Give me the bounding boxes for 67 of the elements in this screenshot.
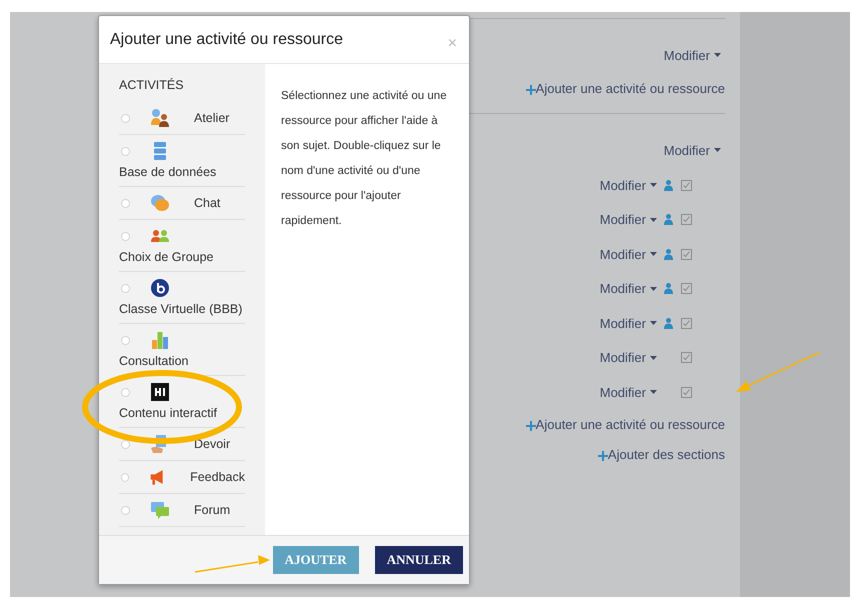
radio-button[interactable] — [121, 146, 130, 156]
caret-icon — [714, 148, 721, 152]
checkbox-icon[interactable] — [680, 386, 692, 398]
activity-label[interactable]: Contenu interactif — [119, 406, 217, 420]
radio-button[interactable] — [121, 440, 130, 448]
activity-label[interactable]: Atelier — [194, 111, 230, 125]
radio-button[interactable] — [121, 506, 130, 514]
caret-icon — [650, 321, 657, 326]
caret-icon — [650, 218, 657, 222]
activity-label[interactable]: Feedback — [190, 470, 245, 484]
edit-menu[interactable]: Modifier — [600, 178, 657, 193]
activity-label[interactable]: Devoir — [194, 437, 230, 451]
dialog-title: Ajouter une activité ou ressource — [110, 30, 344, 48]
help-text: Sélectionnez une activité ou une ressource pour afficher l'aide à son sujet. Double-cliquez sur le nom d'une activité ou d'une ressource pour l'ajouter rapidement. — [281, 89, 448, 229]
radio-button[interactable] — [121, 114, 130, 122]
caret-icon — [650, 356, 657, 360]
people-icon — [150, 108, 170, 128]
radio-button[interactable] — [121, 232, 130, 240]
add-activity-link[interactable]: Ajouter une activité ou ressource — [536, 80, 725, 96]
plus-icon — [526, 421, 536, 431]
edit-menu[interactable]: Modifier — [600, 384, 657, 400]
plus-icon — [598, 451, 608, 461]
person-icon — [664, 248, 672, 260]
activity-label[interactable]: Choix de Groupe — [119, 250, 214, 264]
caret-icon — [714, 53, 721, 57]
checkbox-icon[interactable] — [680, 283, 692, 294]
radio-button[interactable] — [121, 284, 130, 292]
letter-b-icon — [150, 278, 170, 298]
checkbox-icon[interactable] — [680, 352, 692, 364]
activity-label[interactable]: Forum — [194, 503, 230, 517]
checkbox-icon[interactable] — [680, 180, 692, 191]
edit-menu[interactable]: Modifier — [600, 350, 657, 366]
radio-button[interactable] — [121, 472, 129, 482]
activity-label[interactable]: Consultation — [119, 354, 188, 368]
person-icon — [664, 180, 672, 191]
hp-icon — [150, 382, 170, 402]
edit-menu[interactable]: Modifier — [664, 142, 721, 158]
activity-label[interactable]: Chat — [194, 196, 220, 210]
plus-icon — [526, 84, 536, 94]
section-heading: ACTIVITÉS — [119, 78, 185, 92]
cancel-button[interactable]: ANNULER — [374, 546, 463, 574]
edit-menu[interactable]: Modifier — [600, 281, 657, 296]
edit-menu[interactable]: Modifier — [600, 212, 657, 228]
bar-chart-icon — [150, 330, 170, 350]
forum-icon — [150, 500, 170, 520]
chat-bubbles-icon — [150, 193, 170, 213]
checkbox-icon[interactable] — [680, 318, 692, 329]
person-icon — [664, 214, 672, 226]
person-icon — [664, 283, 672, 294]
person-icon — [664, 318, 672, 329]
add-activity-link[interactable]: Ajouter une activité ou ressource — [536, 417, 725, 432]
radio-button[interactable] — [121, 336, 130, 344]
caret-icon — [650, 183, 657, 188]
activity-label[interactable]: Base de données — [119, 165, 216, 179]
add-sections-link[interactable]: Ajouter des sections — [608, 447, 725, 462]
caret-icon — [650, 390, 657, 394]
checkbox-icon[interactable] — [680, 248, 692, 260]
edit-menu[interactable]: Modifier — [600, 316, 657, 331]
caret-icon — [650, 286, 657, 291]
activity-label[interactable]: Classe Virtuelle (BBB) — [119, 302, 242, 316]
radio-button[interactable] — [121, 198, 130, 208]
edit-menu[interactable]: Modifier — [664, 48, 721, 62]
caret-icon — [650, 252, 657, 256]
add-button[interactable]: AJOUTER — [272, 546, 359, 574]
checkbox-icon[interactable] — [680, 214, 692, 226]
radio-button[interactable] — [121, 388, 130, 396]
edit-menu[interactable]: Modifier — [600, 246, 657, 262]
